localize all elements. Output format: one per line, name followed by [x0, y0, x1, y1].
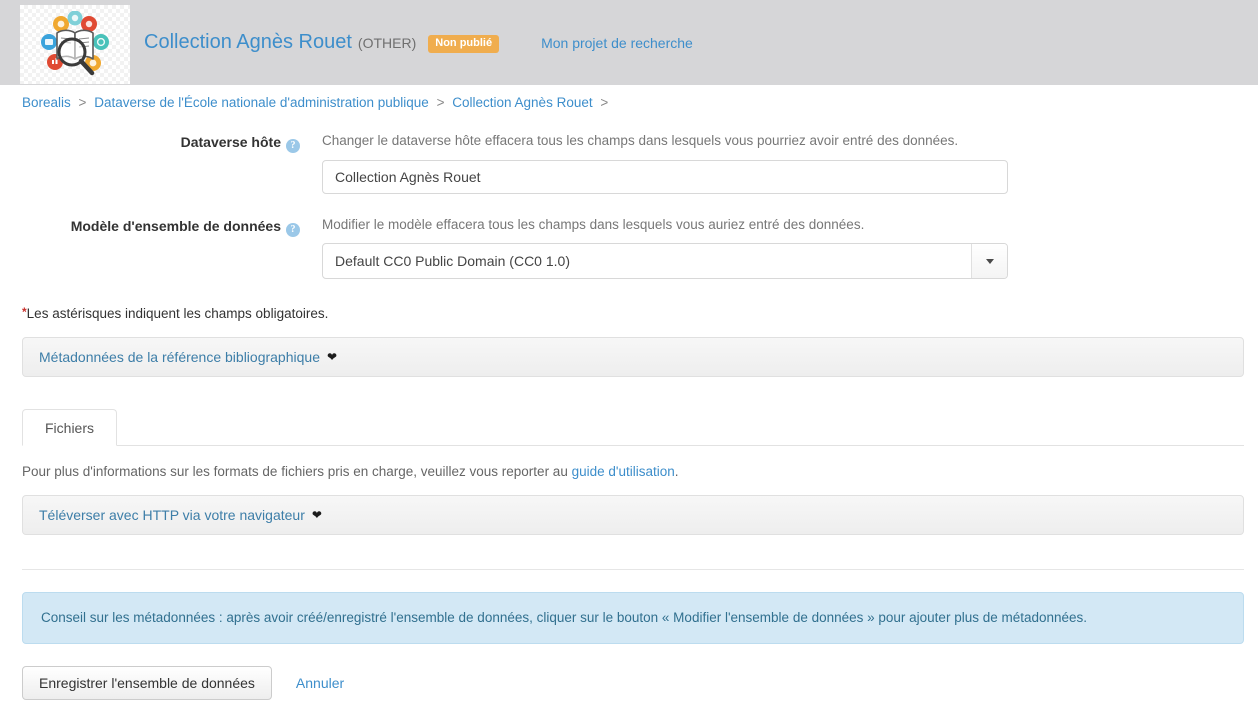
breadcrumb-item-1[interactable]: Dataverse de l'École nationale d'adminis…	[94, 95, 429, 110]
accordion-http-upload[interactable]: Téléverser avec HTTP via votre navigateu…	[22, 495, 1244, 536]
form-row-dataset-template: Modèle d'ensemble de données? Modifier l…	[0, 216, 1258, 280]
user-guide-link[interactable]: guide d'utilisation	[572, 464, 675, 479]
metadata-tip-alert-text: Conseil sur les métadonnées : après avoi…	[41, 609, 1088, 625]
tab-fichiers[interactable]: Fichiers	[22, 409, 118, 447]
note-dataset-template: Modifier le modèle effacera tous les cha…	[322, 216, 865, 232]
project-link[interactable]: Mon projet de recherche	[541, 35, 693, 51]
collection-title: Collection Agnès Rouet	[144, 30, 352, 53]
required-fields-note-text: Les astérisques indiquent les champs obl…	[26, 306, 329, 322]
chevron-down-icon: ❤	[326, 350, 338, 365]
files-format-note-prefix: Pour plus d'informations sur les formats…	[22, 464, 572, 480]
breadcrumb-separator-trailing: >	[600, 95, 609, 110]
accordion-citation-metadata-label: Métadonnées de la référence bibliographi…	[39, 349, 320, 366]
main-content: Dataverse hôte? Changer le dataverse hôt…	[0, 132, 1258, 701]
accordion-citation-metadata[interactable]: Métadonnées de la référence bibliographi…	[22, 337, 1244, 378]
collection-type: (OTHER)	[357, 34, 417, 51]
label-dataset-template-text: Modèle d'ensemble de données	[70, 217, 281, 234]
label-dataset-template: Modèle d'ensemble de données?	[0, 216, 322, 237]
metadata-tip-alert: Conseil sur les métadonnées : après avoi…	[22, 592, 1244, 645]
field-host-dataverse: Changer le dataverse hôte effacera tous …	[322, 132, 1258, 194]
status-badge-unpublished: Non publié	[428, 34, 500, 53]
files-format-note-suffix: .	[674, 464, 679, 480]
section-divider	[22, 569, 1244, 571]
note-host-dataverse: Changer le dataverse hôte effacera tous …	[322, 133, 959, 148]
label-host-dataverse-text: Dataverse hôte	[180, 134, 281, 150]
collection-logo	[20, 4, 130, 84]
host-dataverse-input[interactable]	[322, 159, 1008, 194]
tab-fichiers-label: Fichiers	[45, 419, 95, 436]
breadcrumb: Borealis > Dataverse de l'École national…	[0, 85, 1258, 110]
chevron-down-icon: ❤	[311, 508, 322, 523]
breadcrumb-item-2[interactable]: Collection Agnès Rouet	[452, 95, 592, 110]
select-toggle-button[interactable]	[971, 244, 1007, 279]
save-dataset-button[interactable]: Enregistrer l'ensemble de données	[22, 666, 272, 701]
caret-down-icon	[985, 258, 994, 264]
question-circle-icon[interactable]: ?	[286, 139, 300, 153]
breadcrumb-separator: >	[436, 95, 445, 110]
accordion-http-upload-label: Téléverser avec HTTP via votre navigateu…	[39, 507, 305, 524]
form-row-host-dataverse: Dataverse hôte? Changer le dataverse hôt…	[0, 132, 1258, 194]
label-host-dataverse: Dataverse hôte?	[0, 132, 322, 153]
dataset-template-select[interactable]: Default CC0 Public Domain (CC0 1.0)	[322, 243, 1008, 280]
breadcrumb-item-0[interactable]: Borealis	[22, 95, 71, 110]
cancel-button[interactable]: Annuler	[296, 675, 344, 691]
page-header: Collection Agnès Rouet (OTHER) Non publi…	[0, 0, 1258, 85]
book-magnifier-logo-icon	[41, 11, 109, 76]
breadcrumb-separator: >	[78, 95, 87, 110]
required-fields-note: *Les astérisques indiquent les champs ob…	[22, 305, 1258, 321]
question-circle-icon[interactable]: ?	[286, 222, 300, 237]
field-dataset-template: Modifier le modèle effacera tous les cha…	[322, 216, 1258, 280]
dataset-template-selected-value: Default CC0 Public Domain (CC0 1.0)	[335, 253, 570, 270]
tabs-bar: Fichiers	[22, 409, 1244, 447]
files-format-note: Pour plus d'informations sur les formats…	[22, 464, 1258, 479]
footer-actions: Enregistrer l'ensemble de données Annule…	[22, 666, 1258, 701]
